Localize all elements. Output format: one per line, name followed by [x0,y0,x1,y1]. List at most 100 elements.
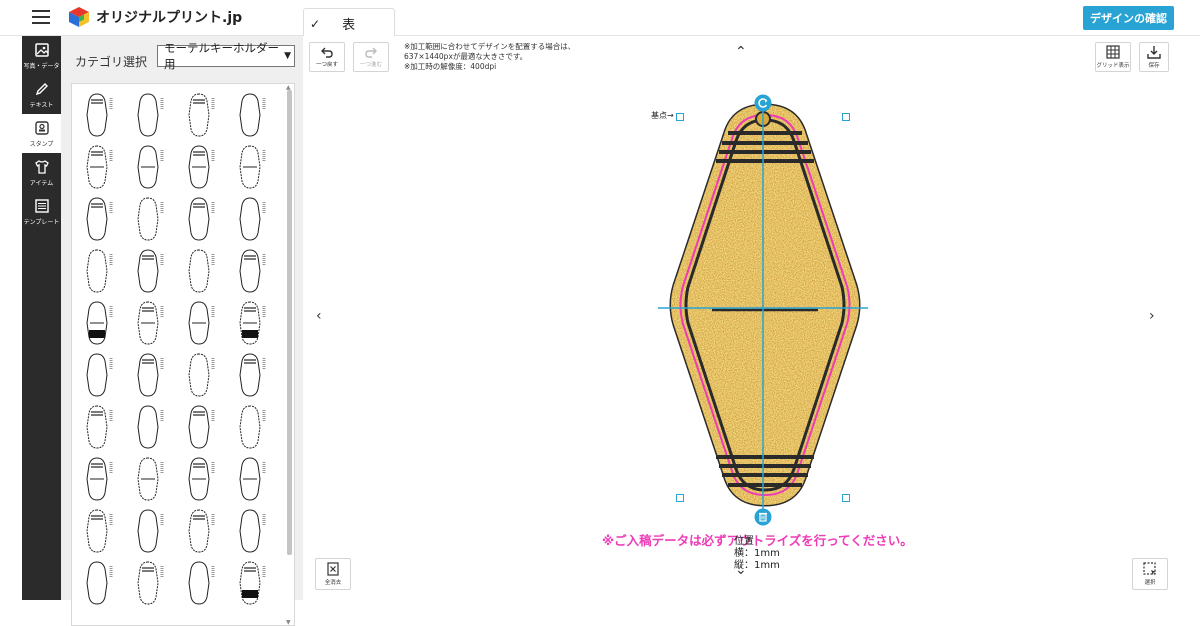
position-title: 位置 [734,536,754,547]
redo-button[interactable]: 一つ進む [353,42,389,72]
position-readout: 位置 横：1mm 縦：1mm [734,536,780,572]
stamp-panel: カテゴリ選択 モーテルキーホルダー用 ▼ ▲ ▼ [61,36,303,626]
note-line: 637×1440pxが最適な大きさです。 [404,52,528,61]
stamp-thumbnail[interactable] [188,405,215,449]
position-x: 横：1mm [734,548,780,559]
rotate-icon[interactable] [754,94,772,112]
top-bar: オリジナルプリント.jp ✓ 表 デザインの確認 [0,0,1200,38]
keychain-design[interactable] [650,95,880,525]
stamp-thumbnail[interactable] [86,405,113,449]
stamp-thumbnail[interactable] [137,405,164,449]
design-notes: ※加工範囲に合わせてデザインを配置する場合は、 637×1440pxが最適な大き… [404,42,575,72]
stamp-thumbnail[interactable] [239,249,266,293]
nav-label: テンプレート [23,218,60,226]
stamp-thumbnail[interactable] [188,249,215,293]
clear-label: 全消去 [324,580,342,586]
stamp-thumbnail[interactable] [86,561,113,605]
stamp-thumbnail[interactable] [188,457,215,501]
nav-item-item[interactable]: アイテム [22,153,61,192]
chevron-right-icon[interactable]: › [1149,308,1155,324]
delete-icon[interactable] [754,508,772,526]
stamp-thumbnail[interactable] [137,301,164,345]
resize-handle[interactable] [842,494,850,502]
stamp-thumbnail[interactable] [188,353,215,397]
stamp-thumbnail[interactable] [188,301,215,345]
stamp-thumbnail[interactable] [239,301,266,345]
stamp-thumbnail[interactable] [188,197,215,241]
stamp-thumbnail[interactable] [137,93,164,137]
menu-icon[interactable] [32,10,50,24]
redo-icon [365,47,377,58]
logo-cube-icon [69,7,89,27]
stamp-thumbnail[interactable] [137,509,164,553]
resize-handle[interactable] [676,494,684,502]
select-button[interactable]: 選択 [1132,558,1168,590]
list-icon [34,198,49,213]
nav-item-template[interactable]: テンプレート [22,192,61,231]
grid-label: グリッド表示 [1096,63,1130,69]
stamp-thumbnail[interactable] [86,457,113,501]
note-line: ※加工範囲に合わせてデザインを配置する場合は、 [404,42,576,51]
pencil-icon [35,82,48,95]
chevron-left-icon[interactable]: ‹ [316,308,322,324]
stamp-thumbnail[interactable] [86,509,113,553]
scrollbar[interactable] [287,90,292,555]
stamp-thumbnail[interactable] [239,457,266,501]
stamp-thumbnail[interactable] [188,93,215,137]
stamp-icon [34,120,49,135]
stamp-thumbnail[interactable] [239,509,266,553]
stamp-thumbnail[interactable] [239,145,266,189]
stamp-thumbnail[interactable] [86,249,113,293]
resize-handle[interactable] [842,113,850,121]
stamp-thumbnail[interactable] [137,353,164,397]
stamp-thumbnail[interactable] [86,353,113,397]
stamp-thumbnail[interactable] [137,249,164,293]
tab-label: 表 [342,18,356,33]
stamp-thumbnail[interactable] [239,197,266,241]
category-select[interactable]: モーテルキーホルダー用 ▼ [157,41,295,71]
nav-label: スタンプ [29,140,54,148]
chevron-up-icon[interactable]: ⌃ [735,44,747,60]
stamp-thumbnail[interactable] [188,561,215,605]
nav-label: アイテム [29,179,54,187]
nav-label: テキスト [29,101,54,109]
stamp-thumbnail[interactable] [239,561,266,605]
stamp-thumbnail[interactable] [188,509,215,553]
logo[interactable]: オリジナルプリント.jp [68,6,242,28]
stamp-thumbnail[interactable] [137,561,164,605]
stamp-thumbnail[interactable] [137,457,164,501]
save-label: 保存 [1148,63,1160,69]
stamp-thumbnail[interactable] [137,197,164,241]
confirm-design-button[interactable]: デザインの確認 [1083,6,1174,30]
nav-label: 写真・データ [23,62,60,70]
check-icon: ✓ [310,16,321,31]
redo-label: 一つ進む [359,62,382,68]
stamp-thumbnail[interactable] [86,301,113,345]
stamp-thumbnail[interactable] [86,197,113,241]
stamp-thumbnail[interactable] [137,145,164,189]
tshirt-icon [34,159,49,174]
stamp-thumbnail[interactable] [188,145,215,189]
nav-item-stamp[interactable]: スタンプ [22,114,61,153]
stamp-thumbnail[interactable] [86,93,113,137]
position-y: 縦：1mm [734,560,780,571]
tab-front[interactable]: ✓ 表 [303,8,395,38]
stamp-thumbnail[interactable] [86,145,113,189]
download-icon [1147,46,1161,59]
stamp-grid: ▲ ▼ [71,83,295,626]
stamp-thumbnail[interactable] [239,93,266,137]
nav-item-text[interactable]: テキスト [22,75,61,114]
scroll-down-icon[interactable]: ▼ [286,619,293,625]
chevron-down-icon: ▼ [284,51,291,61]
note-line: ※加工時の解像度：400dpi [404,62,497,71]
nav-item-photo[interactable]: 写真・データ [22,36,61,75]
stamp-thumbnail[interactable] [239,353,266,397]
resize-handle[interactable] [676,113,684,121]
stamp-thumbnail[interactable] [239,405,266,449]
clear-all-button[interactable]: 全消去 [315,558,351,590]
save-button[interactable]: 保存 [1139,42,1169,72]
grid-toggle-button[interactable]: グリッド表示 [1095,42,1131,72]
undo-icon [321,47,333,58]
undo-button[interactable]: 一つ戻す [309,42,345,72]
image-icon [34,42,49,57]
